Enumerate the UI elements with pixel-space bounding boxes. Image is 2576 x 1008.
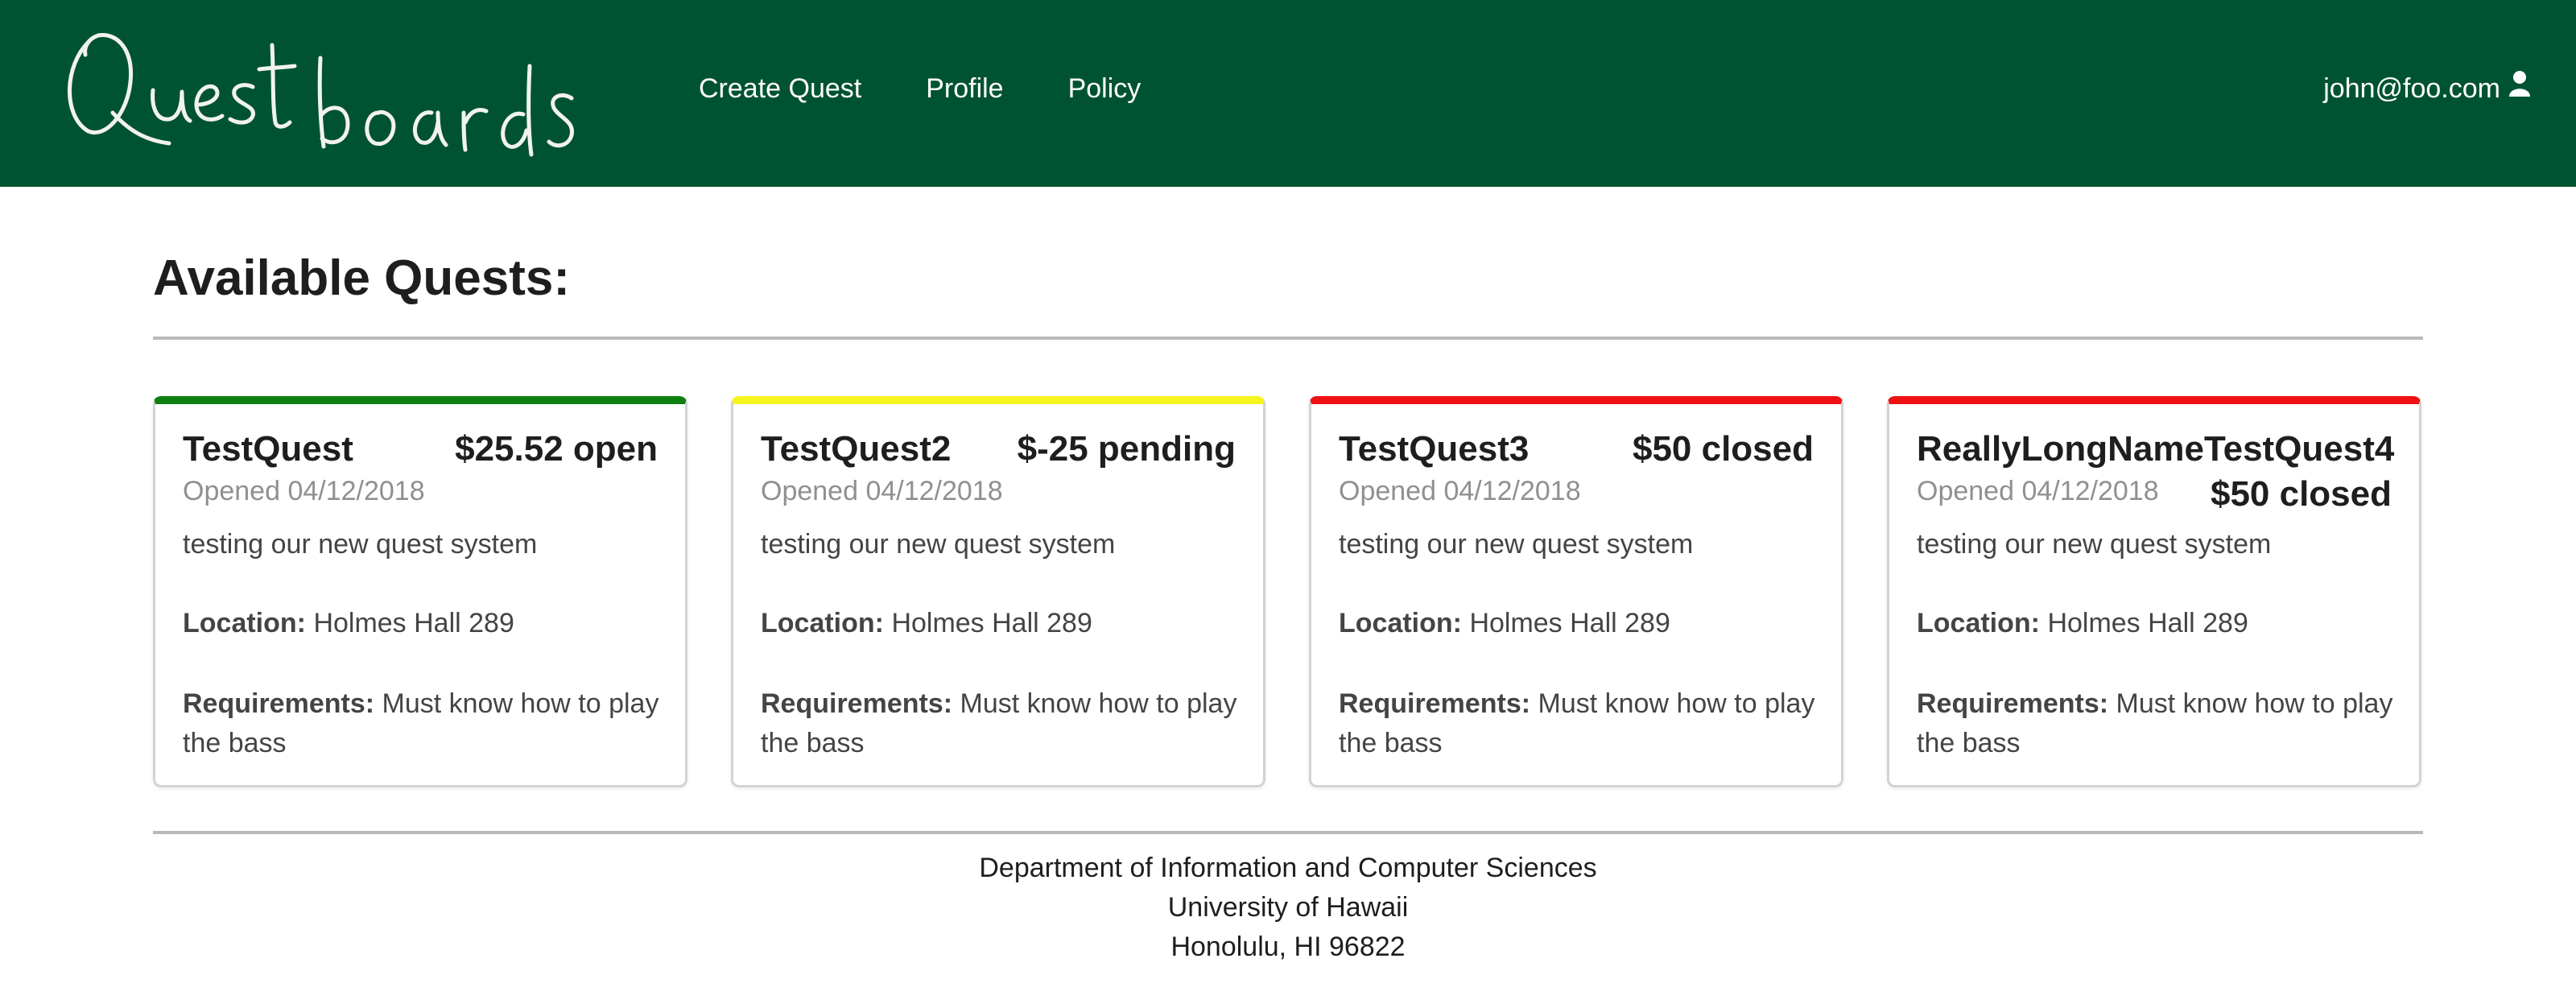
location-value: Holmes Hall 289 [1469,608,1670,638]
footer-address: Honolulu, HI 96822 [1170,932,1406,962]
quest-date: Opened 04/12/2018 [1917,476,2159,506]
quest-description: testing our new quest system [183,529,538,560]
quest-cards: TestQuest $25.52 open Opened 04/12/2018 … [153,396,2423,791]
location-label: Location: [183,608,306,638]
quest-status: $50 closed [1632,429,1814,469]
page-title: Available Quests: [153,250,571,306]
quest-status: $25.52 open [455,429,658,469]
divider-top [153,337,2423,340]
footer: Department of Information and Computer S… [0,849,2576,967]
requirements-label: Requirements: [183,688,375,719]
quest-title: TestQuest3 [1339,429,1530,469]
footer-university: University of Hawaii [1167,892,1409,923]
quest-location: Location: Holmes Hall 289 [761,605,1092,641]
questboards-logo[interactable] [56,18,580,171]
user-email: john@foo.com [2323,73,2500,104]
location-value: Holmes Hall 289 [2047,608,2248,638]
quest-description: testing our new quest system [1339,529,1694,560]
quest-location: Location: Holmes Hall 289 [1917,605,2248,641]
quest-status: $-25 pending [1017,429,1236,469]
quest-title: TestQuest2 [761,429,952,469]
quest-card[interactable]: ReallyLongNameTestQuest4 $50 closed Open… [1887,396,2421,787]
quest-requirements: Requirements: Must know how to play the … [1917,684,2400,763]
nav-profile[interactable]: Profile [926,69,1003,108]
quest-title: ReallyLongNameTestQuest4 [1917,429,2395,469]
user-menu[interactable]: john@foo.com [2323,69,2531,108]
requirements-label: Requirements: [1339,688,1531,719]
location-label: Location: [761,608,884,638]
quest-requirements: Requirements: Must know how to play the … [183,684,666,763]
navbar: Create Quest Profile Policy john@foo.com [0,0,2576,187]
quest-location: Location: Holmes Hall 289 [1339,605,1670,641]
location-value: Holmes Hall 289 [313,608,514,638]
nav-policy[interactable]: Policy [1068,69,1141,108]
quest-location: Location: Holmes Hall 289 [183,605,514,641]
requirements-label: Requirements: [1917,688,2109,719]
location-label: Location: [1917,608,2040,638]
quest-date: Opened 04/12/2018 [761,476,1003,506]
quest-card[interactable]: TestQuest3 $50 closed Opened 04/12/2018 … [1309,396,1843,787]
quest-card[interactable]: TestQuest $25.52 open Opened 04/12/2018 … [153,396,687,787]
nav-links: Create Quest Profile Policy [699,69,1205,108]
quest-card[interactable]: TestQuest2 $-25 pending Opened 04/12/201… [731,396,1265,787]
footer-department: Department of Information and Computer S… [979,853,1597,883]
quest-description: testing our new quest system [761,529,1116,560]
user-icon [2508,69,2531,108]
quest-description: testing our new quest system [1917,529,2272,560]
quest-status: $50 closed [2210,474,2392,514]
quest-date: Opened 04/12/2018 [183,476,425,506]
quest-title: TestQuest [183,429,353,469]
nav-create-quest[interactable]: Create Quest [699,69,861,108]
quest-requirements: Requirements: Must know how to play the … [761,684,1244,763]
quest-date: Opened 04/12/2018 [1339,476,1581,506]
divider-bottom [153,831,2423,834]
requirements-label: Requirements: [761,688,953,719]
quest-requirements: Requirements: Must know how to play the … [1339,684,1822,763]
location-value: Holmes Hall 289 [891,608,1092,638]
location-label: Location: [1339,608,1462,638]
